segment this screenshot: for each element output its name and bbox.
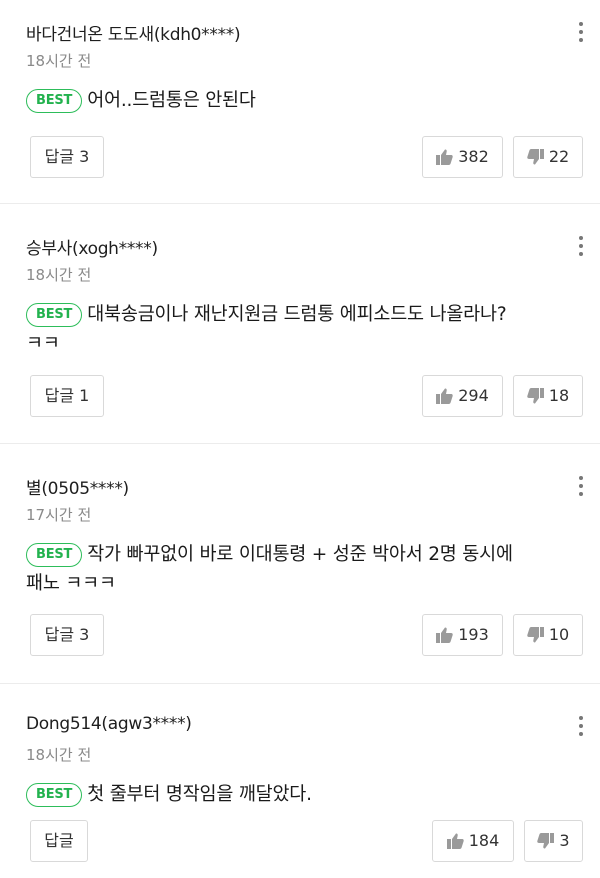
comment-text-line-1: 첫 줄부터 명작임을 깨달았다. [87,784,312,805]
comment-text-line-2: 패노 ㅋㅋㅋ [26,573,116,594]
dislike-button[interactable]: 3 [524,820,583,862]
reply-button[interactable]: 답글 3 [30,614,104,656]
comment-text-line-1: 어어..드럼통은 안된다 [87,90,256,111]
comment-item: 바다건너온 도도새(kdh0****) 18시간 전 BEST 어어..드럼통은 … [0,0,600,204]
dislike-button[interactable]: 10 [513,614,583,656]
reply-button[interactable]: 답글 3 [30,136,104,178]
comment-author[interactable]: 승부사(xogh****) [26,234,158,259]
comment-time: 17시간 전 [26,506,92,524]
like-count: 193 [458,625,489,644]
comment-text-line-1: 작가 빠꾸없이 바로 이대통령 + 성준 박아서 2명 동시에 [87,544,513,565]
thumbs-down-icon [537,833,555,849]
dislike-button[interactable]: 22 [513,136,583,178]
comment-item: 별(0505****) 17시간 전 BEST 작가 빠꾸없이 바로 이대통령 +… [0,454,600,684]
like-button[interactable]: 184 [432,820,514,862]
dislike-count: 22 [548,147,570,166]
comment-body: BEST 첫 줄부터 명작임을 깨달았다. [26,780,574,809]
like-count: 294 [458,386,489,405]
comment-body: BEST 어어..드럼통은 안된다 [26,86,574,115]
comment-text-line-2: ㅋㅋ [26,333,60,354]
thumbs-down-icon [527,627,544,643]
comment-item: 승부사(xogh****) 18시간 전 BEST 대북송금이나 재난지원금 드럼… [0,214,600,444]
like-button[interactable]: 382 [422,136,503,178]
best-badge: BEST [26,543,83,567]
like-count: 382 [458,147,489,166]
like-button[interactable]: 294 [422,375,503,417]
dislike-count: 18 [548,386,570,405]
comment-time: 18시간 전 [26,52,92,70]
reply-button[interactable]: 답글 1 [30,375,104,417]
more-vertical-icon[interactable] [574,476,588,500]
dislike-count: 3 [559,831,570,850]
comment-time: 18시간 전 [26,266,92,284]
reply-button[interactable]: 답글 [30,820,88,862]
thumbs-down-icon [527,149,544,165]
best-badge: BEST [26,303,83,327]
thumbs-down-icon [527,388,544,404]
like-count: 184 [468,831,500,850]
dislike-button[interactable]: 18 [513,375,583,417]
thumbs-up-icon [436,388,453,404]
best-badge: BEST [26,89,83,113]
comment-body: BEST 대북송금이나 재난지원금 드럼통 에피소드도 나올라나? ㅋㅋ [26,300,574,358]
thumbs-up-icon [446,833,464,849]
more-vertical-icon[interactable] [574,716,588,740]
comment-author[interactable]: 별(0505****) [26,474,129,499]
comment-body: BEST 작가 빠꾸없이 바로 이대통령 + 성준 박아서 2명 동시에 패노 ㅋ… [26,540,574,598]
thumbs-up-icon [436,627,453,643]
best-badge: BEST [26,783,83,807]
thumbs-up-icon [436,149,453,165]
more-vertical-icon[interactable] [574,236,588,260]
dislike-count: 10 [548,625,570,644]
comment-text-line-1: 대북송금이나 재난지원금 드럼통 에피소드도 나올라나? [87,304,507,325]
comment-author[interactable]: 바다건너온 도도새(kdh0****) [26,20,241,45]
like-button[interactable]: 193 [422,614,503,656]
comment-item: Dong514(agw3****) 18시간 전 BEST 첫 줄부터 명작임을 … [0,694,600,878]
more-vertical-icon[interactable] [574,22,588,46]
comment-time: 18시간 전 [26,746,92,764]
comment-author[interactable]: Dong514(agw3****) [26,714,192,734]
